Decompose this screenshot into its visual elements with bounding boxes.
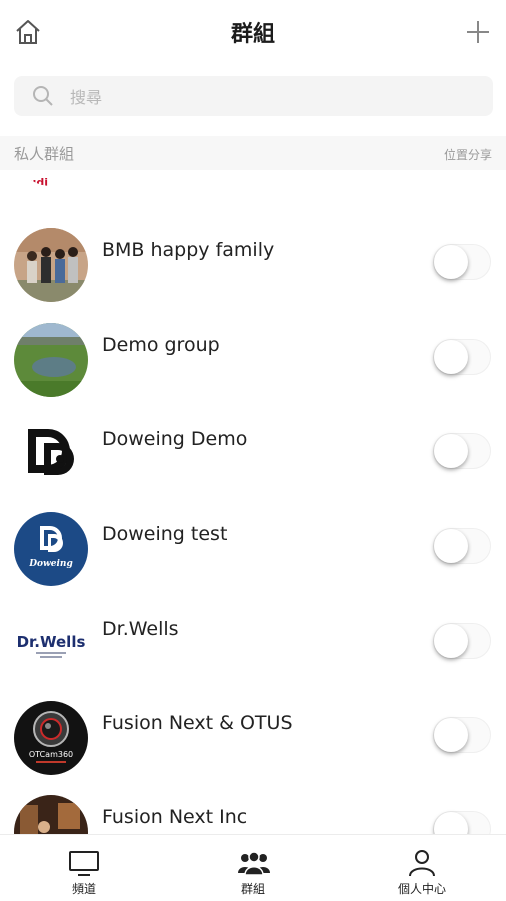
family-photo-avatar — [14, 228, 88, 302]
group-name: Fusion Next Inc — [102, 806, 248, 828]
group-row-dr-wells[interactable]: Dr.Wells Dr.Wells — [0, 607, 506, 701]
tab-profile[interactable]: 個人中心 — [338, 835, 506, 901]
toggle-knob — [434, 529, 468, 563]
svg-text:Doweing: Doweing — [28, 559, 73, 569]
toggle-knob — [434, 340, 468, 374]
toggle-knob — [434, 245, 468, 279]
person-icon — [409, 850, 435, 877]
group-name: Doweing Demo — [102, 428, 248, 450]
location-sharing-toggle[interactable] — [433, 717, 491, 753]
toggle-knob — [434, 718, 468, 752]
group-row-doweing-demo[interactable]: Doweing Demo — [0, 417, 506, 511]
location-sharing-toggle[interactable] — [433, 811, 491, 834]
location-sharing-toggle[interactable] — [433, 433, 491, 469]
group-list[interactable]: Audi BMB happy family Demo group Doweing… — [0, 170, 506, 834]
golf-course-photo-avatar — [14, 323, 88, 397]
svg-text:OTCam360: OTCam360 — [29, 750, 73, 759]
group-name: Doweing test — [102, 523, 228, 545]
location-share-column-label: 位置分享 — [443, 148, 492, 162]
location-sharing-toggle[interactable] — [433, 244, 491, 280]
plus-icon — [467, 21, 489, 43]
group-row-audi[interactable]: Audi — [0, 170, 506, 206]
tab-label: 群組 — [240, 882, 265, 896]
page-title: 群組 — [230, 22, 275, 47]
tab-groups[interactable]: 群組 — [169, 835, 337, 901]
location-sharing-toggle[interactable] — [433, 623, 491, 659]
event-photo-avatar — [14, 795, 88, 834]
tab-label: 個人中心 — [397, 882, 446, 896]
app-header: 群組 — [0, 0, 506, 64]
group-row-fusion-next-otus[interactable]: OTCam360 Fusion Next & OTUS — [0, 701, 506, 795]
doweing-logo-avatar — [14, 417, 88, 491]
svg-text:Dr.Wells: Dr.Wells — [17, 633, 86, 651]
tab-channels[interactable]: 頻道 — [0, 835, 168, 901]
tab-label: 頻道 — [71, 882, 96, 896]
group-row-bmb-happy-family[interactable]: BMB happy family — [0, 228, 506, 322]
otcam-logo-avatar: OTCam360 — [14, 701, 88, 775]
bottom-tab-bar: 頻道 群組 個人中心 — [0, 834, 506, 901]
toggle-knob — [434, 434, 468, 468]
private-groups-section-header: 私人群組 位置分享 — [0, 136, 506, 170]
group-name: BMB happy family — [102, 239, 275, 261]
group-row-demo-group[interactable]: Demo group — [0, 323, 506, 417]
doweing-blue-logo-avatar: Doweing — [14, 512, 88, 586]
section-title: 私人群組 — [14, 145, 75, 163]
toggle-knob — [434, 812, 468, 834]
search-icon — [33, 86, 53, 106]
svg-text:Audi: Audi — [20, 176, 48, 186]
group-name: Dr.Wells — [102, 618, 179, 640]
toggle-knob — [434, 624, 468, 658]
add-group-button[interactable] — [462, 16, 494, 48]
location-sharing-toggle[interactable] — [433, 528, 491, 564]
group-name: Fusion Next & OTUS — [102, 712, 293, 734]
group-icon — [238, 851, 270, 876]
search-input[interactable] — [68, 76, 472, 118]
location-sharing-toggle[interactable] — [433, 339, 491, 375]
drwells-logo-avatar: Dr.Wells — [14, 607, 88, 681]
audi-logo-avatar: Audi — [14, 170, 88, 186]
tv-icon — [69, 851, 99, 876]
search-bar[interactable] — [14, 76, 493, 118]
group-row-doweing-test[interactable]: Doweing Doweing test — [0, 512, 506, 606]
group-row-fusion-next-inc[interactable]: Fusion Next Inc — [0, 795, 506, 834]
group-name: Demo group — [102, 334, 220, 356]
